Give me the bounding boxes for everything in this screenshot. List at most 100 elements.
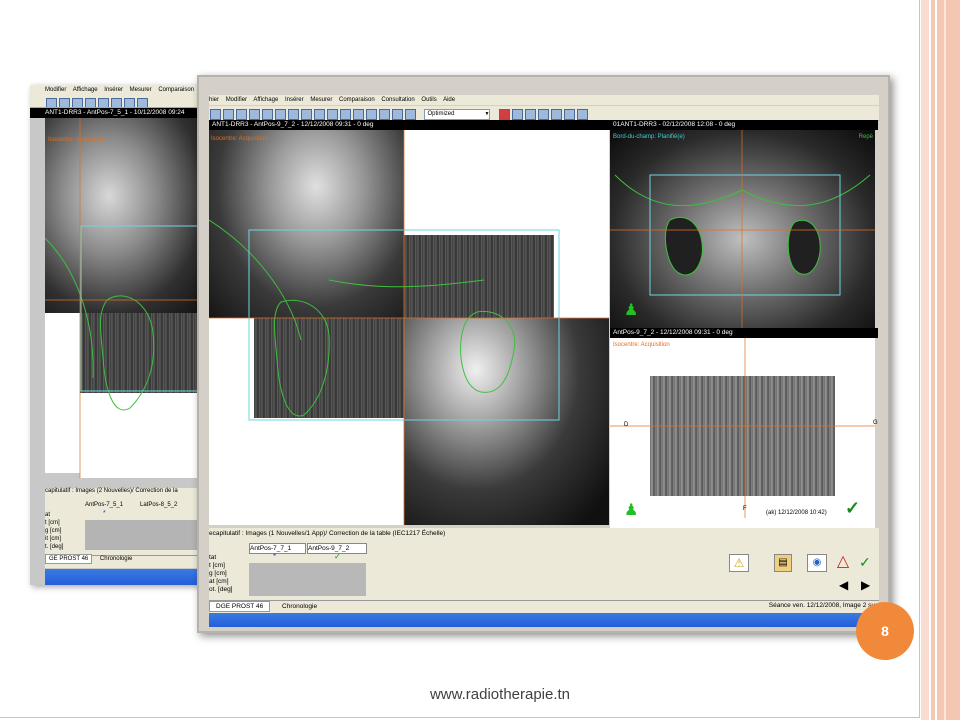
page-number-badge: 8 (856, 602, 914, 660)
person-orientation-icon: ♟ (624, 302, 639, 319)
back-taskbar (45, 569, 205, 585)
menu-item-fichier[interactable]: hier (209, 97, 219, 103)
print-icon[interactable] (236, 109, 247, 120)
footer-url[interactable]: www.radiotherapie.tn (380, 686, 620, 703)
back-menu-item[interactable]: Affichage (73, 87, 98, 93)
decor-stripe-3 (937, 0, 960, 720)
table-shading (249, 563, 366, 596)
back-summary-title: capitulatif : Images (2 Nouvelles)/ Corr… (45, 488, 178, 494)
approve-check-icon[interactable]: ✓ (845, 498, 860, 519)
menu-item-aide[interactable]: Aide (443, 97, 455, 103)
col-header-1[interactable]: AntPos-7_7_1 (249, 543, 306, 554)
main-contour-overlay (209, 130, 609, 525)
axis-label-g: G (873, 420, 878, 426)
menu-item-outils[interactable]: Outils (421, 97, 436, 103)
pelvis-contour-right (787, 219, 821, 275)
print-icon[interactable] (72, 98, 83, 107)
open-icon[interactable] (46, 98, 57, 107)
next-arrow-icon[interactable]: ▶ (861, 578, 870, 592)
copy-icon[interactable] (85, 98, 96, 107)
save-icon[interactable] (59, 98, 70, 107)
save-icon[interactable] (223, 109, 234, 120)
measure-icon[interactable] (379, 109, 390, 120)
contrast-icon[interactable] (353, 109, 364, 120)
back-menu-item[interactable]: Insérer (104, 87, 123, 93)
render-mode-value: Optimized (427, 111, 455, 118)
back-row-label: t. [deg] (45, 544, 64, 550)
back-green-contour (100, 295, 155, 411)
col-header-2-label: AntPos-9_7_2 (308, 545, 350, 552)
pelvis-outline (614, 174, 871, 207)
pan-icon[interactable] (288, 109, 299, 120)
info-icon[interactable] (392, 109, 403, 120)
tab-strip: DGE PROST 46 Chronologie Séance ven. 12/… (209, 600, 879, 613)
angle-icon[interactable] (576, 109, 588, 120)
layout-icon[interactable] (327, 109, 338, 120)
tab-chronologie[interactable]: Chronologie (272, 602, 327, 611)
row-label-vert: at [cm] (209, 578, 229, 585)
menu-item-affichage[interactable]: Affichage (253, 97, 278, 103)
validated-check-icon: ✓ (334, 552, 341, 561)
axis-label-d: D (624, 422, 629, 428)
window-icon[interactable] (137, 98, 148, 107)
green-contour-arc (209, 219, 485, 341)
text-icon[interactable] (563, 109, 575, 120)
frame-icon[interactable] (511, 109, 523, 120)
row-label-lng: g [cm] (209, 570, 227, 577)
back-image-title: ANT1-DRR3 - AntPos-7_5_1 - 10/12/2008 09… (30, 108, 205, 118)
warning-icon[interactable]: ⚠ (729, 554, 749, 572)
back-tabbar: GE PROST 46 Chronologie (45, 554, 205, 568)
menu-item-modifier[interactable]: Modifier (226, 97, 247, 103)
render-mode-select[interactable]: Optimized ▼ (424, 109, 491, 120)
chevron-down-icon: ▼ (484, 111, 490, 118)
back-star-marker: * (103, 510, 106, 517)
line-icon[interactable] (550, 109, 562, 120)
top-right-pelvis-image: Bord-du-champ: Planifié(e) Repè ♟ (610, 130, 875, 328)
action-panel: ⚠ ▤ ◉ △ ✓ ◀ ▶ (699, 528, 879, 600)
window-icon[interactable] (340, 109, 351, 120)
menu-item-comparaison[interactable]: Comparaison (339, 97, 375, 103)
back-menu-item[interactable]: Mesurer (130, 87, 152, 93)
session-status: Séance ven. 12/12/2008, Image 2 su (768, 602, 875, 609)
menu-item-inserer[interactable]: Insérer (285, 97, 304, 103)
decor-stripe-4 (944, 0, 946, 720)
previous-arrow-icon[interactable]: ◀ (839, 578, 848, 592)
undo-icon[interactable] (301, 109, 312, 120)
back-tab-chronologie[interactable]: Chronologie (94, 555, 138, 563)
zoom-in-icon[interactable] (262, 109, 273, 120)
back-col-header-2[interactable]: LatPos-8_5_2 (140, 502, 177, 508)
rectangle-icon[interactable] (524, 109, 536, 120)
tab-patient[interactable]: DGE PROST 46 (209, 601, 271, 612)
col-header-1-label: AntPos-7_7_1 (250, 545, 292, 552)
back-table-shading (85, 520, 200, 550)
bottom-right-stamp: (ak) 12/12/2008 10:42) (766, 510, 827, 516)
clipboard-icon[interactable]: ▤ (774, 554, 792, 572)
copy-icon[interactable] (249, 109, 260, 120)
back-menu-item[interactable]: Comparaison (158, 87, 194, 93)
row-label-rot: ot. [deg] (209, 586, 233, 593)
grid-icon[interactable] (124, 98, 135, 107)
back-row-label: at (45, 512, 51, 518)
grid-icon[interactable] (314, 109, 325, 120)
back-tab-patient[interactable]: GE PROST 46 (45, 554, 93, 564)
back-col-header-1[interactable]: AntPos-7_5_1 (85, 502, 123, 508)
person-orientation-icon: ♟ (624, 502, 639, 519)
menu-item-consultation[interactable]: Consultation (381, 97, 414, 103)
validate-check-icon[interactable]: ✓ (859, 554, 871, 571)
delta-icon[interactable]: △ (834, 554, 852, 570)
view-eye-icon[interactable]: ◉ (807, 554, 827, 572)
row-label-lat: t [cm] (209, 562, 225, 569)
open-icon[interactable] (210, 109, 221, 120)
menu-item-mesurer[interactable]: Mesurer (310, 97, 332, 103)
back-menu-item[interactable]: Modifier (45, 87, 66, 93)
zoom-icon[interactable] (98, 98, 109, 107)
back-row-label: it [cm] (45, 536, 61, 542)
hand-icon[interactable] (405, 109, 416, 120)
ellipse-icon[interactable] (537, 109, 549, 120)
pan-icon[interactable] (111, 98, 122, 107)
color-icon[interactable] (498, 109, 510, 120)
zoom-out-icon[interactable] (275, 109, 286, 120)
pen-icon[interactable] (366, 109, 377, 120)
bottom-right-overlay (610, 338, 875, 518)
back-row-label: t [cm] (45, 520, 60, 526)
